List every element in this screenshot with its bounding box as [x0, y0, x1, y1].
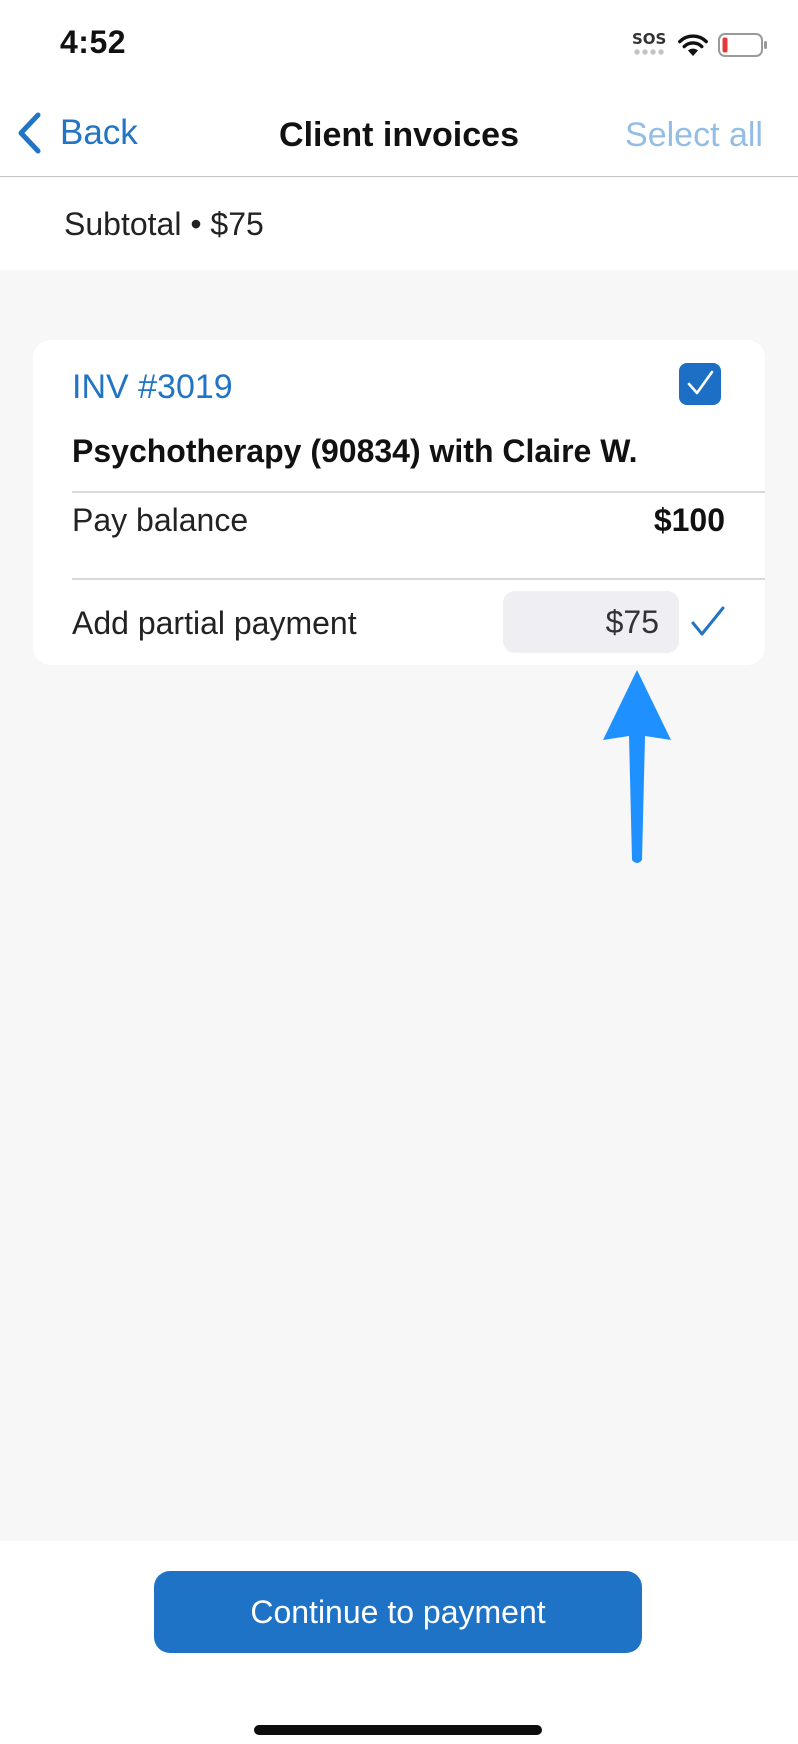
invoice-service: Psychotherapy (90834) with Claire W.: [72, 433, 638, 469]
bottom-bar: Continue to payment: [0, 1541, 798, 1744]
subtotal-bar: Subtotal • $75: [0, 178, 798, 270]
wifi-icon: [678, 34, 708, 56]
invoice-number: INV #3019: [72, 368, 233, 406]
nav-bar: Back Client invoices Select all: [0, 90, 798, 177]
home-indicator: [254, 1725, 542, 1735]
invoice-card: INV #3019 Psychotherapy (90834) with Cla…: [33, 340, 765, 665]
status-bar: 4:52 SOS: [0, 0, 798, 90]
partial-payment-label: Add partial payment: [72, 605, 357, 641]
pay-balance-label: Pay balance: [72, 502, 249, 538]
select-all-button[interactable]: Select all: [625, 116, 763, 155]
divider: [72, 578, 765, 580]
confirm-checkmark-icon[interactable]: [690, 604, 726, 640]
signal-dots-icon: [634, 49, 664, 55]
partial-payment-input[interactable]: $75: [503, 591, 679, 653]
divider: [72, 491, 765, 493]
status-time: 4:52: [60, 24, 127, 60]
annotation-arrow-icon: [603, 670, 671, 863]
sos-indicator: SOS: [632, 30, 667, 48]
subtotal-text: Subtotal • $75: [64, 206, 264, 242]
checkmark-icon: [687, 370, 714, 395]
pay-balance-value: $100: [653, 502, 725, 538]
battery-low-icon: [718, 33, 767, 57]
invoice-checkbox[interactable]: [679, 363, 721, 405]
continue-to-payment-button[interactable]: Continue to payment: [154, 1571, 642, 1653]
